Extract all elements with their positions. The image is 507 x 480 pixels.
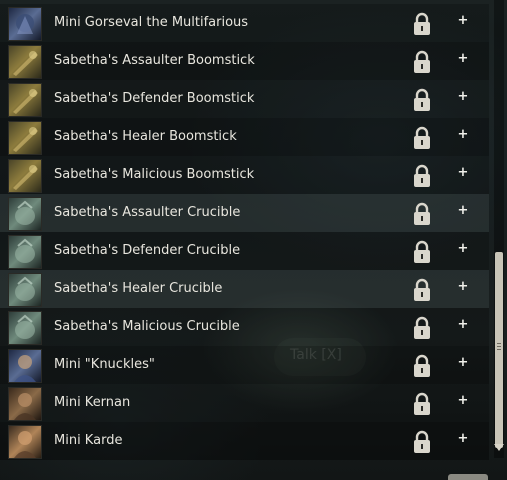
add-button[interactable]: + bbox=[457, 241, 469, 256]
gorseval-icon bbox=[8, 7, 42, 41]
list-item[interactable]: Sabetha's Malicious Crucible + bbox=[0, 308, 489, 346]
crucible-icon bbox=[8, 311, 42, 345]
add-button[interactable]: + bbox=[457, 203, 469, 218]
add-button[interactable]: + bbox=[457, 317, 469, 332]
item-name: Sabetha's Malicious Boomstick bbox=[54, 167, 255, 182]
list-item[interactable]: Sabetha's Malicious Boomstick + bbox=[0, 156, 489, 194]
add-button[interactable]: + bbox=[457, 89, 469, 104]
padlock-icon bbox=[414, 50, 430, 73]
padlock-icon bbox=[414, 126, 430, 149]
karde-portrait-icon bbox=[8, 425, 42, 459]
list-item[interactable]: Mini "Knuckles" + bbox=[0, 346, 489, 384]
padlock-icon bbox=[414, 12, 430, 35]
scrollbar-grip-line bbox=[497, 346, 501, 347]
item-name: Sabetha's Healer Boomstick bbox=[54, 129, 237, 144]
kernan-portrait-icon bbox=[8, 387, 42, 421]
list-item[interactable]: Sabetha's Healer Crucible + bbox=[0, 270, 489, 308]
window-corner-tab bbox=[448, 474, 488, 480]
padlock-icon bbox=[414, 88, 430, 111]
list-item[interactable]: Sabetha's Assaulter Crucible + bbox=[0, 194, 489, 232]
list-item[interactable]: Sabetha's Defender Boomstick + bbox=[0, 80, 489, 118]
scrollbar-grip-line bbox=[497, 343, 501, 344]
list-item[interactable]: Sabetha's Defender Crucible + bbox=[0, 232, 489, 270]
item-name: Sabetha's Defender Crucible bbox=[54, 243, 241, 258]
item-name: Mini Gorseval the Multifarious bbox=[54, 15, 249, 30]
item-name: Sabetha's Healer Crucible bbox=[54, 281, 223, 296]
add-button[interactable]: + bbox=[457, 431, 469, 446]
item-name: Sabetha's Assaulter Boomstick bbox=[54, 53, 255, 68]
collection-list: Mini Gorseval the Multifarious + Sabetha… bbox=[0, 4, 489, 460]
crucible-icon bbox=[8, 197, 42, 231]
item-name: Sabetha's Defender Boomstick bbox=[54, 91, 255, 106]
boomstick-icon bbox=[8, 159, 42, 193]
scroll-down-arrow-icon[interactable] bbox=[494, 444, 504, 451]
item-name: Mini Karde bbox=[54, 433, 123, 448]
padlock-icon bbox=[414, 164, 430, 187]
item-name: Sabetha's Assaulter Crucible bbox=[54, 205, 241, 220]
list-item[interactable]: Mini Karde + bbox=[0, 422, 489, 460]
add-button[interactable]: + bbox=[457, 393, 469, 408]
boomstick-icon bbox=[8, 121, 42, 155]
crucible-icon bbox=[8, 235, 42, 269]
list-item[interactable]: Mini Gorseval the Multifarious + bbox=[0, 4, 489, 42]
crucible-icon bbox=[8, 273, 42, 307]
list-item[interactable]: Sabetha's Assaulter Boomstick + bbox=[0, 42, 489, 80]
padlock-icon bbox=[414, 240, 430, 263]
add-button[interactable]: + bbox=[457, 279, 469, 294]
add-button[interactable]: + bbox=[457, 127, 469, 142]
padlock-icon bbox=[414, 278, 430, 301]
boomstick-icon bbox=[8, 45, 42, 79]
item-name: Mini "Knuckles" bbox=[54, 357, 155, 372]
item-name: Mini Kernan bbox=[54, 395, 131, 410]
knuckles-portrait-icon bbox=[8, 349, 42, 383]
boomstick-icon bbox=[8, 83, 42, 117]
add-button[interactable]: + bbox=[457, 13, 469, 28]
scrollbar-thumb[interactable] bbox=[495, 252, 503, 448]
add-button[interactable]: + bbox=[457, 165, 469, 180]
padlock-icon bbox=[414, 202, 430, 225]
padlock-icon bbox=[414, 392, 430, 415]
add-button[interactable]: + bbox=[457, 355, 469, 370]
item-name: Sabetha's Malicious Crucible bbox=[54, 319, 240, 334]
padlock-icon bbox=[414, 430, 430, 453]
padlock-icon bbox=[414, 316, 430, 339]
list-item[interactable]: Sabetha's Healer Boomstick + bbox=[0, 118, 489, 156]
list-item[interactable]: Mini Kernan + bbox=[0, 384, 489, 422]
add-button[interactable]: + bbox=[457, 51, 469, 66]
padlock-icon bbox=[414, 354, 430, 377]
scrollbar-grip-line bbox=[497, 349, 501, 350]
